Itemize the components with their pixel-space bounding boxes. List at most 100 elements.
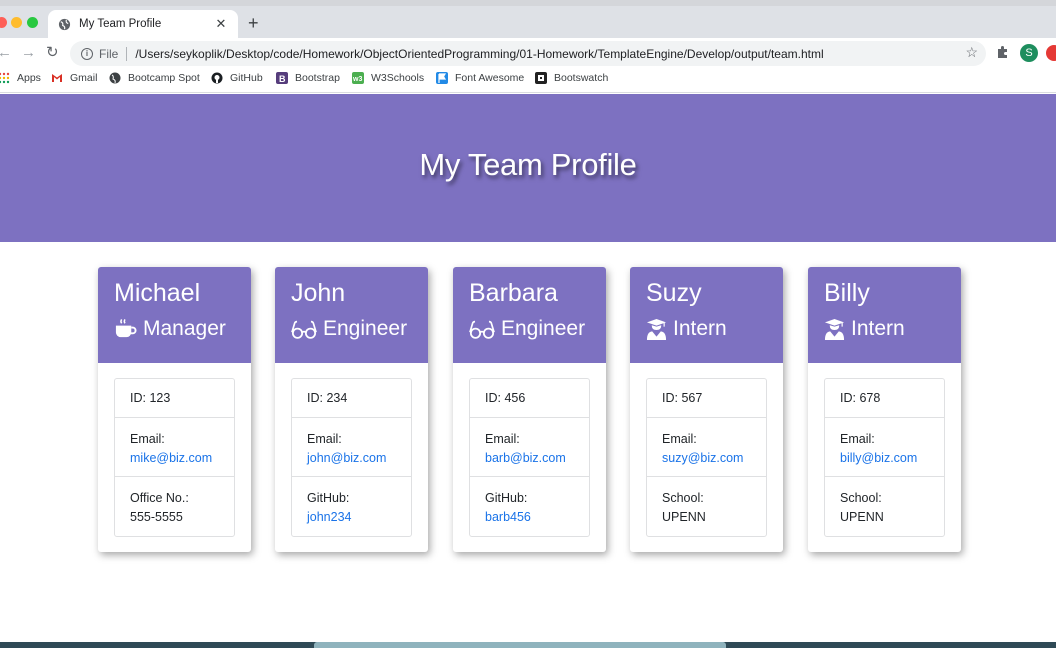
employee-details-list: ID: 456 Email: barb@biz.com GitHub: barb… [469, 378, 590, 537]
role-label: Engineer [501, 317, 586, 340]
address-bar[interactable]: i File /Users/seykoplik/Desktop/code/Hom… [70, 41, 986, 66]
browser-tab[interactable]: My Team Profile ✕ [48, 10, 238, 38]
minimize-window-button[interactable] [11, 17, 22, 28]
employee-card: John Engineer ID: 234 Email: john@biz.co… [275, 267, 428, 552]
email-row: Email: barb@biz.com [470, 418, 589, 477]
new-tab-button[interactable]: + [248, 13, 259, 33]
bookmark-bootcamp-spot[interactable]: Bootcamp Spot [109, 72, 200, 84]
desktop-background-strip [0, 642, 1056, 648]
office-number-value: 555-5555 [130, 510, 183, 524]
bookmark-label: Bootcamp Spot [128, 72, 200, 84]
email-link[interactable]: mike@biz.com [130, 451, 212, 465]
browser-toolbar: ← → ↻ i File /Users/seykoplik/Desktop/co… [0, 38, 1056, 68]
bookmark-bootswatch[interactable]: Bootswatch [535, 72, 608, 84]
bookmark-label: W3Schools [371, 72, 425, 84]
bookmark-label: GitHub [230, 72, 263, 84]
tab-close-icon[interactable]: ✕ [214, 16, 228, 32]
github-link[interactable]: barb456 [485, 510, 531, 524]
school-row: School: UPENN [825, 477, 944, 536]
role-label: Manager [143, 317, 226, 340]
school-value: UPENN [662, 510, 706, 524]
email-label: Email: [130, 432, 165, 446]
employee-role: Engineer [291, 316, 428, 342]
bookmark-font-awesome[interactable]: Font Awesome [436, 72, 524, 84]
back-arrow-icon[interactable]: ← [0, 43, 12, 63]
zoom-window-button[interactable] [27, 17, 38, 28]
bookmark-label: Bootswatch [554, 72, 609, 84]
globe-icon [109, 72, 121, 84]
github-icon [211, 72, 223, 84]
bookmark-apps[interactable]: Apps [0, 72, 41, 84]
school-label: School: [662, 491, 704, 505]
office-number-row: Office No.: 555-5555 [115, 477, 234, 536]
github-row: GitHub: john234 [292, 477, 411, 536]
school-row: School: UPENN [647, 477, 766, 536]
email-link[interactable]: john@biz.com [307, 451, 386, 465]
svg-text:B: B [279, 74, 286, 84]
bootswatch-icon [535, 72, 547, 84]
github-link[interactable]: john234 [307, 510, 352, 524]
font-awesome-flag-icon [436, 72, 448, 84]
bookmark-bootstrap[interactable]: B Bootstrap [276, 72, 340, 84]
employee-name: John [291, 279, 346, 307]
close-window-button[interactable] [0, 17, 7, 28]
w3schools-icon: w3 [352, 72, 364, 84]
email-label: Email: [662, 432, 697, 446]
bookmark-github[interactable]: GitHub [211, 72, 263, 84]
extensions-puzzle-icon[interactable] [996, 45, 1010, 59]
glasses-icon [291, 320, 317, 339]
employee-name: Barbara [469, 279, 558, 307]
svg-text:w3: w3 [352, 76, 362, 83]
gmail-icon [52, 74, 62, 82]
employee-details-list: ID: 567 Email: suzy@biz.com School: UPEN… [646, 378, 767, 537]
email-row: Email: suzy@biz.com [647, 418, 766, 477]
bookmark-label: Gmail [70, 72, 98, 84]
employee-id: ID: 456 [470, 379, 589, 418]
bookmark-label: Apps [17, 72, 41, 84]
page-title: My Team Profile [419, 147, 637, 182]
window-top-edge [0, 0, 1056, 6]
employee-role: Engineer [469, 316, 606, 342]
page-header-banner: My Team Profile [0, 94, 1056, 242]
email-label: Email: [840, 432, 875, 446]
email-link[interactable]: billy@biz.com [840, 451, 917, 465]
employee-details-list: ID: 234 Email: john@biz.com GitHub: john… [291, 378, 412, 537]
url-divider [126, 46, 128, 61]
card-header: Billy Intern [808, 267, 961, 363]
url-text[interactable]: /Users/seykoplik/Desktop/code/Homework/O… [135, 47, 823, 61]
email-row: Email: billy@biz.com [825, 418, 944, 477]
card-header: Barbara Engineer [453, 267, 606, 363]
role-label: Intern [851, 317, 905, 340]
employee-id: ID: 123 [115, 379, 234, 418]
graduate-icon [646, 318, 667, 340]
info-icon[interactable]: i [81, 47, 93, 60]
forward-arrow-icon[interactable]: → [21, 43, 36, 63]
github-label: GitHub: [307, 491, 350, 505]
bookmark-w3schools[interactable]: w3 W3Schools [352, 72, 424, 84]
extension-alert-icon[interactable] [1046, 45, 1056, 61]
email-row: Email: mike@biz.com [115, 418, 234, 477]
card-header: John Engineer [275, 267, 428, 363]
employee-card: Suzy Intern ID: 567 Email: suzy@biz.com … [630, 267, 783, 552]
email-label: Email: [307, 432, 342, 446]
bookmark-gmail[interactable]: Gmail [51, 72, 97, 84]
github-label: GitHub: [485, 491, 528, 505]
email-link[interactable]: barb@biz.com [485, 451, 566, 465]
school-label: School: [840, 491, 882, 505]
profile-avatar[interactable]: S [1020, 44, 1038, 62]
bookmark-star-icon[interactable]: ☆ [965, 44, 978, 61]
employee-card: Billy Intern ID: 678 Email: billy@biz.co… [808, 267, 961, 552]
employee-id: ID: 678 [825, 379, 944, 418]
employee-name: Michael [114, 279, 201, 307]
card-header: Michael Manager [98, 267, 251, 363]
graduate-icon [824, 318, 845, 340]
dock-edge [314, 642, 726, 648]
employee-details-list: ID: 123 Email: mike@biz.com Office No.: … [114, 378, 235, 537]
employee-role: Intern [646, 316, 783, 342]
email-link[interactable]: suzy@biz.com [662, 451, 743, 465]
employee-name: Billy [824, 279, 870, 307]
reload-icon[interactable]: ↻ [46, 43, 59, 63]
bookmark-label: Font Awesome [455, 72, 525, 84]
tab-title: My Team Profile [79, 18, 162, 30]
office-number-label: Office No.: [130, 491, 189, 505]
